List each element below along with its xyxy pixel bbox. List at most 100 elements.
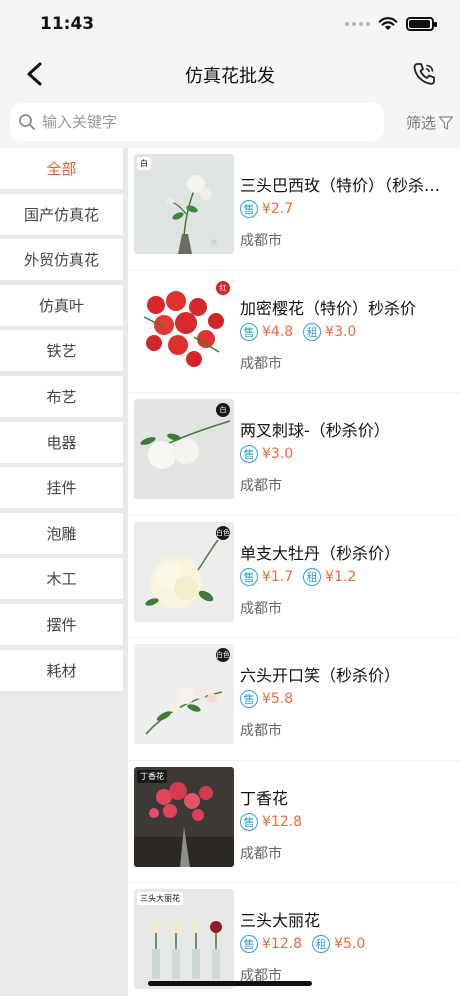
product-prices: 售 ¥3.0	[240, 445, 299, 463]
sale-price: ¥5.8	[262, 691, 294, 707]
sidebar-item-all[interactable]: 全部	[0, 148, 123, 189]
nav-bar: 仿真花批发	[0, 50, 460, 98]
sidebar-item-label: 挂件	[46, 479, 77, 498]
sidebar-item-label: 摆件	[46, 615, 77, 634]
thumbnail-tag: 白色	[216, 648, 230, 662]
sidebar-item-ornaments[interactable]: 摆件	[0, 603, 123, 645]
product-city: 成都市	[240, 845, 282, 862]
sidebar-item-label: 泡雕	[46, 524, 77, 543]
thumbnail-tag: 白	[137, 157, 151, 170]
sale-badge: 售	[240, 812, 258, 831]
search-row: 筛选	[0, 98, 460, 148]
sale-price: ¥2.7	[262, 201, 294, 217]
product-thumbnail: 白色	[134, 521, 234, 622]
sidebar-item-woodwork[interactable]: 木工	[0, 558, 123, 600]
product-thumbnail: 白色	[134, 644, 234, 744]
product-prices: 售 ¥1.7 租 ¥1.2	[240, 567, 362, 586]
thumbnail-tag: 丁香花	[137, 769, 167, 783]
sidebar-item-label: 仿真叶	[38, 296, 84, 315]
sidebar-item-label: 全部	[46, 160, 77, 178]
sale-badge: 售	[240, 322, 258, 341]
product-thumbnail: 白	[134, 154, 234, 254]
sidebar-item-consumables[interactable]: 耗材	[0, 649, 123, 691]
filter-button[interactable]: 筛选	[406, 112, 454, 133]
product-item[interactable]: 白色 单支大牡丹（秒杀价） 售 ¥1.7 租 ¥1.2 成都市	[128, 516, 460, 638]
status-icons	[345, 16, 437, 31]
sidebar-item-label: 木工	[46, 570, 77, 589]
product-item[interactable]: 白 两叉刺球-（秒杀价） 售 ¥3.0 成都市	[128, 393, 460, 516]
sidebar-item-label: 电器	[46, 433, 77, 452]
filter-label: 筛选	[405, 114, 436, 132]
thumbnail-tag: 红	[216, 280, 230, 295]
product-prices: 售 ¥12.8 租 ¥5.0	[240, 935, 371, 953]
sidebar-item-electrical[interactable]: 电器	[0, 421, 123, 463]
product-name: 三头巴西玫（特价）（秒杀价）	[240, 176, 454, 195]
rent-badge: 租	[312, 935, 331, 953]
sidebar-item-export-flowers[interactable]: 外贸仿真花	[0, 239, 123, 281]
search-icon	[19, 114, 35, 130]
product-name: 单支大牡丹（秒杀价）	[240, 543, 401, 563]
funnel-icon	[438, 115, 454, 130]
product-item[interactable]: 白色 六头开口笑（秒杀价） 售 ¥5.8 成都市	[128, 638, 460, 761]
product-item[interactable]: 三头大丽花 三头大丽花 售 ¥12.8 租 ¥5.0 成都市	[128, 883, 460, 996]
product-prices: 售 ¥4.8 租 ¥3.0	[240, 322, 362, 341]
sale-badge: 售	[240, 690, 258, 708]
product-city: 成都市	[240, 355, 282, 372]
product-city: 成都市	[240, 600, 282, 617]
product-item[interactable]: 白 三头巴西玫（特价）（秒杀价） 售 ¥2.7 成都市	[128, 148, 460, 271]
sidebar-item-hangings[interactable]: 挂件	[0, 467, 123, 509]
sale-price: ¥12.8	[262, 936, 303, 952]
page-title: 仿真花批发	[185, 66, 275, 87]
sidebar-item-ironwork[interactable]: 铁艺	[0, 330, 123, 372]
search-input[interactable]	[42, 103, 372, 141]
product-name: 六头开口笑（秒杀价）	[240, 666, 401, 685]
product-name: 三头大丽花	[240, 911, 321, 930]
product-prices: 售 ¥5.8	[240, 690, 299, 708]
product-prices: 售 ¥12.8	[240, 812, 308, 831]
product-thumbnail: 丁香花	[134, 766, 234, 867]
product-name: 两叉刺球-（秒杀价）	[240, 421, 390, 440]
product-item[interactable]: 丁香花 丁香花 售 ¥12.8 成都市	[128, 761, 460, 883]
product-thumbnail: 白	[134, 399, 234, 499]
sidebar-item-domestic-flowers[interactable]: 国产仿真花	[0, 193, 123, 235]
rent-badge: 租	[303, 567, 322, 586]
rent-price: ¥1.2	[325, 568, 357, 585]
search-box[interactable]	[10, 103, 384, 141]
signal-icon	[345, 21, 370, 26]
phone-icon	[413, 63, 435, 85]
product-item[interactable]: 红 加密樱花（特价）秒杀价 售 ¥4.8 租 ¥3.0 成都市	[128, 271, 460, 393]
rent-price: ¥3.0	[325, 323, 357, 340]
thumbnail-tag: 白	[216, 403, 230, 417]
status-bar: 11:43	[0, 0, 460, 50]
product-prices: 售 ¥2.7	[240, 200, 299, 218]
product-name: 加密樱花（特价）秒杀价	[240, 298, 417, 318]
thumbnail-tag: 三头大丽花	[137, 892, 183, 905]
sidebar-item-label: 铁艺	[46, 342, 77, 361]
wifi-icon	[378, 17, 398, 30]
battery-icon	[406, 16, 437, 31]
sale-badge: 售	[240, 935, 258, 953]
sidebar-item-leaves[interactable]: 仿真叶	[0, 284, 123, 326]
product-city: 成都市	[240, 478, 282, 494]
sidebar-item-label: 外贸仿真花	[23, 251, 99, 270]
sale-price: ¥4.8	[262, 323, 294, 340]
sidebar-item-foam-carving[interactable]: 泡雕	[0, 512, 123, 554]
home-indicator	[148, 981, 312, 986]
sale-badge: 售	[240, 567, 258, 586]
call-button[interactable]	[410, 60, 438, 88]
sale-badge: 售	[240, 445, 258, 463]
sale-price: ¥1.7	[262, 568, 294, 585]
product-name: 丁香花	[240, 788, 289, 808]
product-city: 成都市	[240, 723, 282, 739]
sale-price: ¥3.0	[262, 446, 294, 462]
sidebar-item-fabric[interactable]: 布艺	[0, 375, 123, 417]
rent-badge: 租	[303, 322, 322, 341]
product-list: 白 三头巴西玫（特价）（秒杀价） 售 ¥2.7 成都市 红 加密樱花（特价）秒杀…	[128, 148, 460, 996]
product-thumbnail: 三头大丽花	[134, 889, 234, 989]
product-city: 成都市	[240, 233, 282, 249]
status-time: 11:43	[40, 14, 95, 34]
sidebar-item-label: 布艺	[46, 387, 77, 406]
sale-price: ¥12.8	[262, 813, 303, 830]
sidebar-item-label: 耗材	[46, 661, 77, 680]
thumbnail-tag: 白色	[216, 525, 230, 540]
